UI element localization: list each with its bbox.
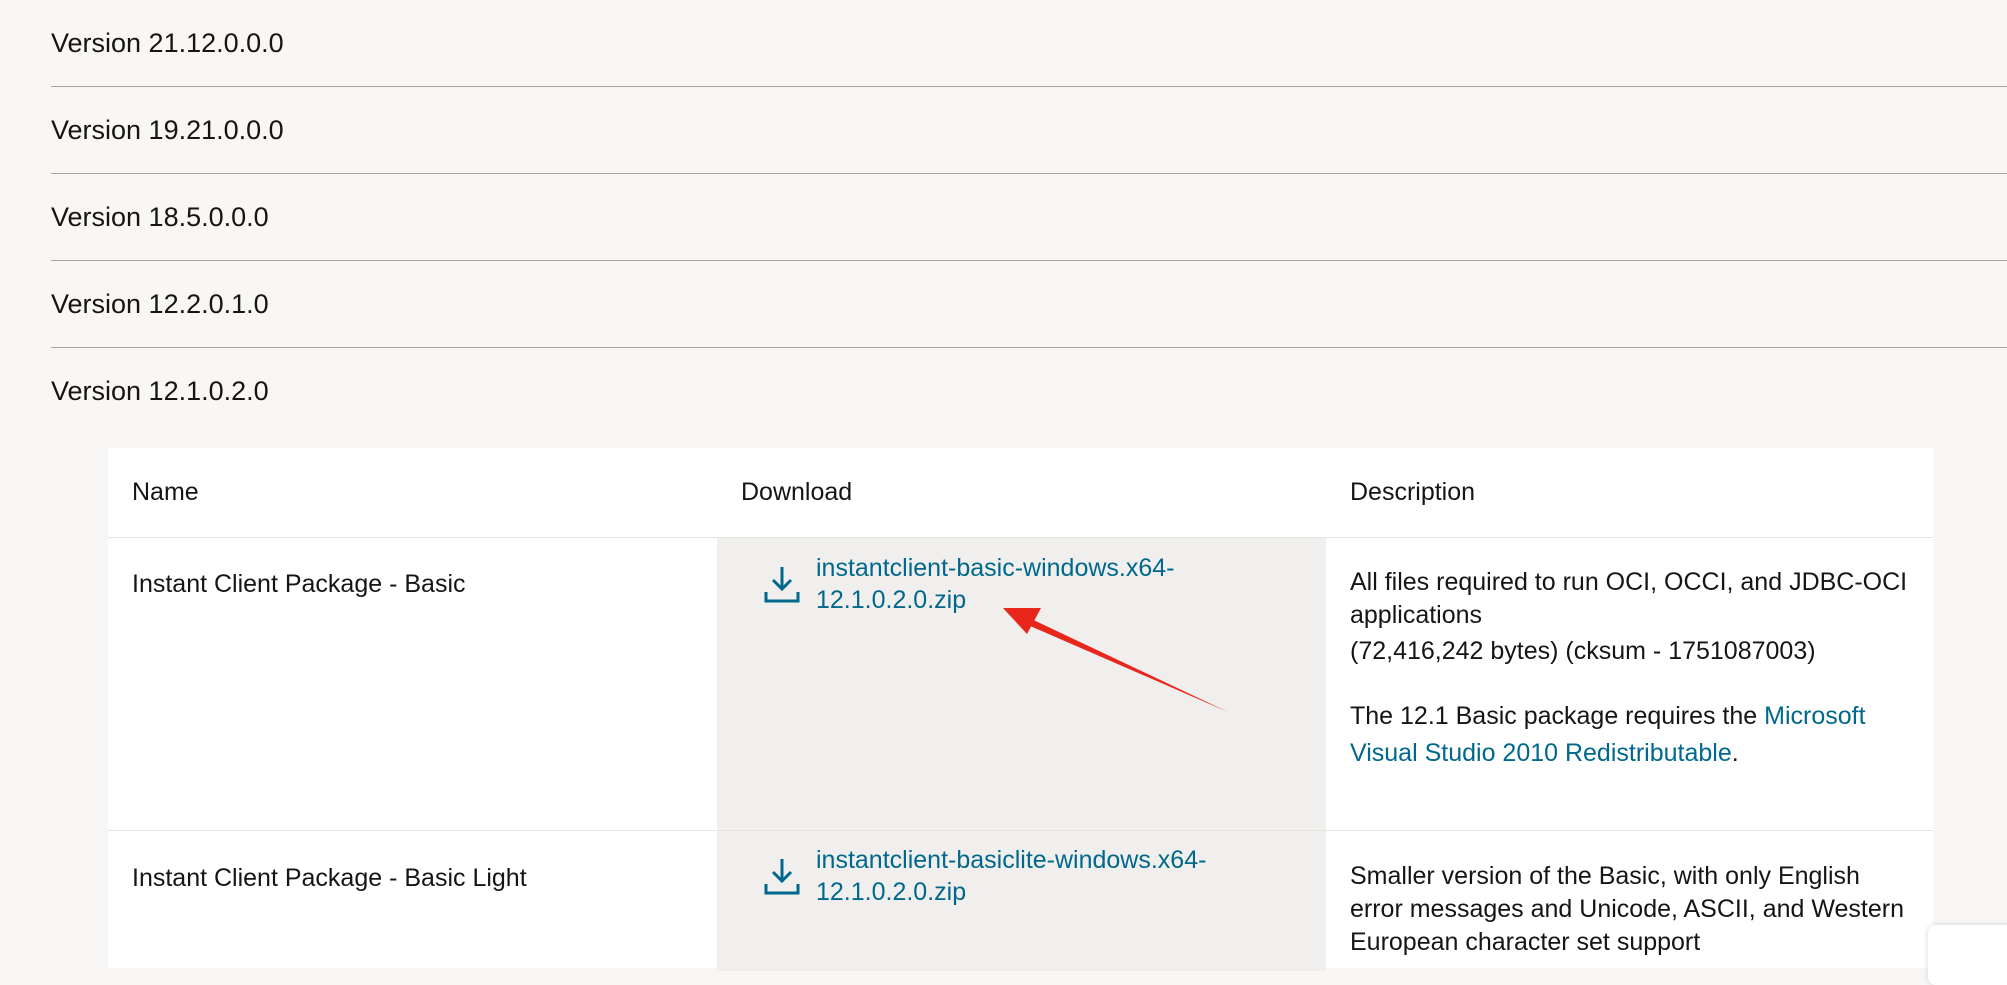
desc-line: error messages and Unicode, ASCII, and W…: [1350, 895, 1904, 923]
desc-line: All files required to run OCI, OCCI, and…: [1350, 568, 1908, 596]
floating-widget[interactable]: [1928, 925, 2007, 985]
version-row-19-21[interactable]: Version 19.21.0.0.0: [51, 87, 2007, 174]
row-name: Instant Client Package - Basic Light: [132, 864, 527, 892]
row-name: Instant Client Package - Basic: [132, 570, 466, 598]
version-row-18-5[interactable]: Version 18.5.0.0.0: [51, 174, 2007, 261]
red-arrow-annotation: [1003, 608, 1228, 712]
version-label: Version 12.1.0.2.0: [51, 376, 269, 406]
row-description: Smaller version of the Basic, with only …: [1350, 860, 1930, 959]
desc-note-suffix: .: [1731, 739, 1739, 767]
version-row-21-12[interactable]: Version 21.12.0.0.0: [51, 0, 2007, 87]
header-description: Description: [1350, 478, 1476, 506]
header-download: Download: [741, 478, 853, 506]
desc-note-prefix: The 12.1 Basic package requires the: [1350, 702, 1765, 730]
desc-line: applications: [1350, 601, 1483, 629]
desc-note: The 12.1 Basic package requires the Micr…: [1350, 698, 1920, 772]
row-divider: [108, 830, 1933, 831]
download-icon[interactable]: [763, 856, 801, 896]
version-label: Version 12.2.0.1.0: [51, 289, 269, 319]
header-divider: [108, 537, 1933, 538]
version-row-12-2[interactable]: Version 12.2.0.1.0: [51, 261, 2007, 348]
version-label: Version 19.21.0.0.0: [51, 115, 284, 145]
desc-line: European character set support: [1350, 928, 1701, 956]
vs-redistributable-link[interactable]: Microsoft: [1764, 702, 1865, 730]
row-description: All files required to run OCI, OCCI, and…: [1350, 566, 1920, 772]
desc-line: (72,416,242 bytes) (cksum - 1751087003): [1350, 637, 1816, 665]
version-label: Version 21.12.0.0.0: [51, 28, 284, 58]
version-label: Version 18.5.0.0.0: [51, 202, 269, 232]
download-link-line: instantclient-basiclite-windows.x64-: [816, 846, 1207, 874]
download-icon[interactable]: [763, 564, 801, 604]
download-link-basiclite[interactable]: instantclient-basiclite-windows.x64- 12.…: [816, 844, 1206, 908]
download-link-line: 12.1.0.2.0.zip: [816, 878, 967, 906]
desc-line: Smaller version of the Basic, with only …: [1350, 862, 1860, 890]
version-row-12-1[interactable]: Version 12.1.0.2.0: [51, 348, 2007, 435]
header-name: Name: [132, 478, 199, 506]
vs-redistributable-link-cont[interactable]: Visual Studio 2010 Redistributable: [1350, 739, 1732, 767]
download-link-line: instantclient-basic-windows.x64-: [816, 554, 1175, 582]
